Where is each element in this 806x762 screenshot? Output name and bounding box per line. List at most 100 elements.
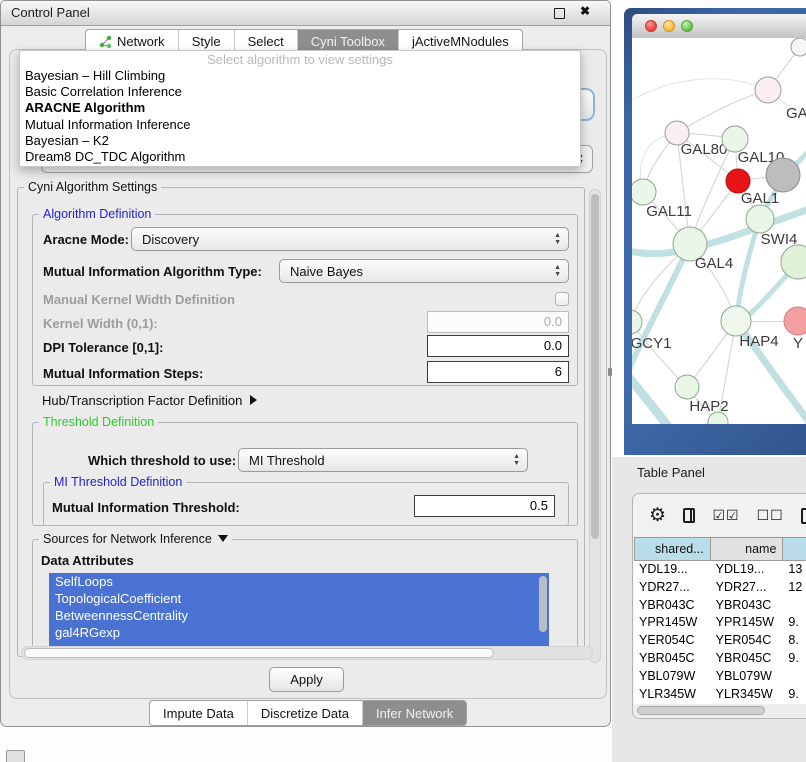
table-row[interactable]: YBL079WYBL079W xyxy=(634,668,806,686)
column-header-shared[interactable]: shared... xyxy=(634,537,711,561)
bottom-corner-chip[interactable] xyxy=(6,750,25,762)
aracne-mode-select[interactable]: Discovery ▲▼ xyxy=(131,227,569,251)
mi-type-select[interactable]: Naive Bayes ▲▼ xyxy=(279,259,569,283)
network-node[interactable] xyxy=(791,38,806,56)
algorithm-option[interactable]: Mutual Information Inference xyxy=(20,117,580,133)
dpi-tolerance-field[interactable]: 0.0 xyxy=(427,335,569,357)
table-cell[interactable]: 8. xyxy=(783,632,806,650)
table-cell[interactable] xyxy=(783,668,806,686)
tab-label-network: Network xyxy=(117,34,165,49)
network-node-swi4[interactable] xyxy=(746,205,774,233)
control-panel-window: Control Panel ✖ Network xyxy=(0,0,611,727)
kernel-width-field[interactable]: 0.0 xyxy=(427,311,569,333)
control-panel-titlebar[interactable]: Control Panel ✖ xyxy=(1,1,610,26)
network-node-hap2[interactable] xyxy=(675,375,699,399)
tab-label-discretize-data: Discretize Data xyxy=(261,706,349,721)
table-row[interactable]: YBR043CYBR043C xyxy=(634,597,806,615)
node-label-gal1: GAL1 xyxy=(741,190,779,207)
data-attribute-item[interactable]: BetweennessCentrality xyxy=(49,607,549,624)
panel-splitter-handle[interactable] xyxy=(608,368,612,376)
table-row[interactable]: YBR045CYBR045C9. xyxy=(634,650,806,668)
minimize-traffic-light[interactable] xyxy=(663,20,675,32)
algorithm-option[interactable]: Bayesian – Hill Climbing xyxy=(20,68,580,84)
table-cell[interactable]: YDL19... xyxy=(634,561,711,579)
algorithm-option[interactable]: Basic Correlation Inference xyxy=(20,84,580,100)
table-cell[interactable]: YBL079W xyxy=(634,668,711,686)
data-attributes-list: SelfLoopsTopologicalCoefficientBetweenne… xyxy=(49,573,549,647)
table-cell[interactable]: YPR145W xyxy=(634,614,711,632)
algorithm-option[interactable]: ARACNE Algorithm xyxy=(20,100,580,116)
gear-icon[interactable]: ⚙ xyxy=(649,506,666,525)
table-cell[interactable] xyxy=(783,597,806,615)
select-all-checkboxes-icon[interactable]: ☑☑ xyxy=(712,507,739,524)
table-cell[interactable]: YLR345W xyxy=(711,686,784,704)
settings-horizontal-scrollbar[interactable] xyxy=(21,646,593,660)
close-traffic-light[interactable] xyxy=(645,20,657,32)
table-cell[interactable]: YDR27... xyxy=(634,579,711,597)
table-cell[interactable]: YBL079W xyxy=(711,668,784,686)
algorithm-option[interactable]: Bayesian – K2 xyxy=(20,133,580,149)
network-node-gcy1[interactable] xyxy=(632,310,642,334)
table-cell[interactable]: 9. xyxy=(783,686,806,704)
network-node-hap4[interactable] xyxy=(721,306,751,336)
table-cell[interactable]: YER054C xyxy=(711,632,784,650)
table-horizontal-scrollbar[interactable] xyxy=(634,704,806,717)
tab-discretize-data[interactable]: Discretize Data xyxy=(248,701,363,725)
table-cell[interactable]: YBR045C xyxy=(634,650,711,668)
table-cell[interactable]: YER054C xyxy=(634,632,711,650)
network-canvas[interactable]: GALGAL80GAL10GAL1GAL11SWI4GAL4GCY1HAP4YH… xyxy=(632,38,806,424)
mi-threshold-field[interactable]: 0.5 xyxy=(414,495,555,517)
spinner-icon: ▲▼ xyxy=(554,264,561,278)
control-panel-title: Control Panel xyxy=(11,5,90,20)
table-cell[interactable]: YBR045C xyxy=(711,650,784,668)
table-cell[interactable]: YBR043C xyxy=(711,597,784,615)
table-row[interactable]: YPR145WYPR145W9. xyxy=(634,614,806,632)
column-header-partial[interactable] xyxy=(783,537,806,561)
table-row[interactable]: YDR27...YDR27...12 xyxy=(634,579,806,597)
table-cell[interactable]: YDL19... xyxy=(711,561,784,579)
settings-vertical-scrollbar[interactable] xyxy=(589,189,601,663)
table-cell[interactable]: YPR145W xyxy=(711,614,784,632)
network-node[interactable] xyxy=(766,158,800,192)
tab-infer-network[interactable]: Infer Network xyxy=(363,701,466,725)
sources-title[interactable]: Sources for Network Inference xyxy=(39,532,232,546)
attributes-scrollbar[interactable] xyxy=(539,576,547,632)
node-label-swi4: SWI4 xyxy=(761,231,798,248)
table-row[interactable]: YDL19...YDL19...13 xyxy=(634,561,806,579)
mi-steps-field[interactable]: 6 xyxy=(427,361,569,383)
page-icon[interactable] xyxy=(801,508,806,524)
which-threshold-select[interactable]: MI Threshold ▲▼ xyxy=(238,448,528,472)
table-cell[interactable]: YLR345W xyxy=(634,686,711,704)
network-node-y[interactable] xyxy=(784,307,806,335)
table-cell[interactable]: 9. xyxy=(783,650,806,668)
table-row[interactable]: YER054CYER054C8. xyxy=(634,632,806,650)
table-cell[interactable]: 9. xyxy=(783,614,806,632)
close-icon[interactable]: ✖ xyxy=(580,4,590,18)
network-window-titlebar[interactable] xyxy=(632,14,806,39)
split-columns-icon[interactable] xyxy=(683,508,695,523)
data-attribute-item[interactable]: gal4RGexp xyxy=(49,624,549,641)
apply-button[interactable]: Apply xyxy=(269,667,344,692)
screen: Control Panel ✖ Network xyxy=(0,0,806,762)
mi-type-value: Naive Bayes xyxy=(290,264,363,279)
table-cell[interactable]: 12 xyxy=(783,579,806,597)
network-node-gal11[interactable] xyxy=(632,179,656,205)
table-cell[interactable]: 13 xyxy=(783,561,806,579)
deselect-checkboxes-icon[interactable]: ☐☐ xyxy=(757,507,784,524)
algorithm-option[interactable]: Dream8 DC_TDC Algorithm xyxy=(20,149,580,165)
kernel-width-label: Kernel Width (0,1): xyxy=(43,316,158,331)
float-panel-icon[interactable] xyxy=(554,8,565,19)
network-view-window: GALGAL80GAL10GAL1GAL11SWI4GAL4GCY1HAP4YH… xyxy=(624,8,806,455)
manual-kernel-width-checkbox[interactable] xyxy=(555,292,569,306)
table-row[interactable]: YLR345WYLR345W9. xyxy=(634,686,806,704)
column-header-name[interactable]: name xyxy=(711,537,784,561)
zoom-traffic-light[interactable] xyxy=(681,20,693,32)
tab-impute-data[interactable]: Impute Data xyxy=(150,701,248,725)
network-node-gal[interactable] xyxy=(755,77,781,103)
hub-definition-toggle[interactable]: Hub/Transcription Factor Definition xyxy=(42,393,257,408)
which-threshold-label: Which threshold to use: xyxy=(88,453,236,468)
table-cell[interactable]: YBR043C xyxy=(634,597,711,615)
data-attribute-item[interactable]: SelfLoops xyxy=(49,573,549,590)
table-cell[interactable]: YDR27... xyxy=(711,579,784,597)
data-attribute-item[interactable]: TopologicalCoefficient xyxy=(49,590,549,607)
